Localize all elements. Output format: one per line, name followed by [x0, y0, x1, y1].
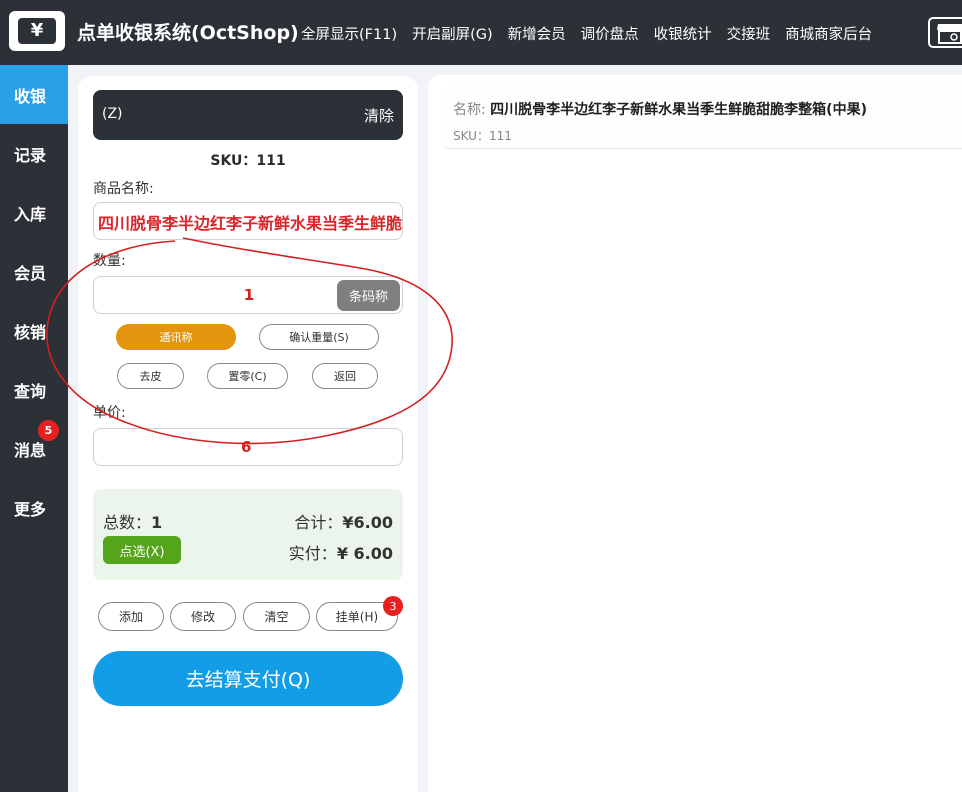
cart-item-name-value: 四川脱骨李半边红李子新鲜水果当季生鲜脆甜脆李整箱(中果): [490, 102, 867, 118]
store-icon: [937, 23, 962, 44]
nav-fullscreen[interactable]: 全屏显示(F11): [301, 23, 397, 44]
sidebar-item-label: 记录: [14, 145, 47, 165]
nav-second-screen[interactable]: 开启副屏(G): [412, 23, 493, 44]
sidebar-item-more[interactable]: 更多: [0, 478, 68, 537]
total-amount: 合计：¥6.00: [294, 509, 393, 533]
sidebar-item-label: 会员: [14, 263, 47, 283]
cart-item-name: 名称: 四川脱骨李半边红李子新鲜水果当季生鲜脆甜脆李整箱(中果): [453, 99, 867, 119]
total-count-value: 1: [151, 513, 163, 532]
cart-item-sku: SKU：111: [453, 129, 512, 143]
total-amount-label: 合计：: [294, 513, 343, 532]
sidebar-item-records[interactable]: 记录: [0, 124, 68, 183]
top-nav: 全屏显示(F11) 开启副屏(G) 新增会员 调价盘点 收银统计 交接班 商城商…: [301, 23, 887, 44]
tare-button[interactable]: 去皮: [117, 363, 184, 389]
zero-button[interactable]: 置零(C): [207, 363, 288, 389]
paid-amount: 实付：¥ 6.00: [289, 540, 393, 564]
store-button[interactable]: [928, 17, 962, 48]
back-button[interactable]: 返回: [312, 363, 378, 389]
quantity-field[interactable]: 1 条码称: [93, 276, 403, 314]
order-summary: 总数：1 合计：¥6.00 点选(X) 实付：¥ 6.00: [93, 489, 403, 580]
logo: ¥: [9, 11, 65, 51]
scan-prefix: (Z): [102, 106, 123, 122]
sidebar: 收银 记录 入库 会员 核销 查询 消息 5 更多: [0, 65, 68, 792]
product-name-label: 商品名称:: [93, 181, 154, 197]
sidebar-item-label: 收银: [14, 86, 47, 106]
nav-new-member[interactable]: 新增会员: [508, 23, 566, 44]
total-amount-value: ¥6.00: [342, 513, 393, 532]
message-count-badge: 5: [38, 420, 59, 441]
barcode-scan-input[interactable]: (Z) 清除: [93, 90, 403, 140]
add-button[interactable]: 添加: [98, 602, 164, 631]
sidebar-item-cashier[interactable]: 收银: [0, 65, 68, 124]
barcode-scale-button[interactable]: 条码称: [337, 280, 400, 311]
checkout-button[interactable]: 去结算支付(Q): [93, 651, 403, 706]
confirm-weight-button[interactable]: 确认重量(S): [259, 324, 379, 350]
quantity-label: 数量:: [93, 253, 126, 269]
edit-button[interactable]: 修改: [170, 602, 236, 631]
clear-button[interactable]: 清除: [364, 105, 394, 126]
unit-price-value: 6: [241, 438, 252, 456]
sidebar-item-verify[interactable]: 核销: [0, 301, 68, 360]
sidebar-item-label: 核销: [14, 322, 47, 342]
cashier-panel: (Z) 清除 SKU：111 商品名称: 四川脱骨李半边红李子新鲜水果当季生鲜脆…: [78, 76, 418, 792]
sidebar-item-query[interactable]: 查询: [0, 360, 68, 419]
total-count: 总数：1: [103, 509, 162, 533]
cart-item[interactable]: 名称: 四川脱骨李半边红李子新鲜水果当季生鲜脆甜脆李整箱(中果) SKU：111: [441, 87, 962, 149]
top-bar: ¥ 点单收银系统(OctShop) 全屏显示(F11) 开启副屏(G) 新增会员…: [0, 0, 962, 65]
product-name-field[interactable]: 四川脱骨李半边红李子新鲜水果当季生鲜脆甜脆李整箱(中果): [93, 202, 403, 240]
paid-amount-value: ¥ 6.00: [336, 544, 393, 563]
held-orders-badge: 3: [383, 596, 403, 616]
sidebar-item-messages[interactable]: 消息 5: [0, 419, 68, 478]
yen-icon: ¥: [18, 18, 56, 44]
nav-cashier-stats[interactable]: 收银统计: [654, 23, 712, 44]
clear-cart-button[interactable]: 清空: [243, 602, 310, 631]
sku-text: SKU：111: [210, 153, 286, 169]
comm-scale-button[interactable]: 通讯称: [116, 324, 236, 350]
unit-price-label: 单价:: [93, 405, 126, 421]
nav-price-inventory[interactable]: 调价盘点: [581, 23, 639, 44]
cart-panel: 名称: 四川脱骨李半边红李子新鲜水果当季生鲜脆甜脆李整箱(中果) SKU：111: [428, 75, 962, 792]
nav-shift-handover[interactable]: 交接班: [727, 23, 771, 44]
nav-merchant-backend[interactable]: 商城商家后台: [785, 23, 872, 44]
app-title: 点单收银系统(OctShop): [77, 22, 299, 44]
total-count-label: 总数：: [103, 513, 152, 532]
paid-amount-label: 实付：: [288, 544, 337, 563]
select-button[interactable]: 点选(X): [103, 536, 181, 564]
sidebar-item-label: 查询: [14, 381, 47, 401]
sidebar-item-label: 入库: [14, 204, 47, 224]
sidebar-item-label: 消息: [14, 440, 47, 460]
sidebar-item-label: 更多: [14, 499, 47, 519]
sidebar-item-members[interactable]: 会员: [0, 242, 68, 301]
sidebar-item-stock-in[interactable]: 入库: [0, 183, 68, 242]
cart-item-name-label: 名称:: [453, 102, 486, 118]
